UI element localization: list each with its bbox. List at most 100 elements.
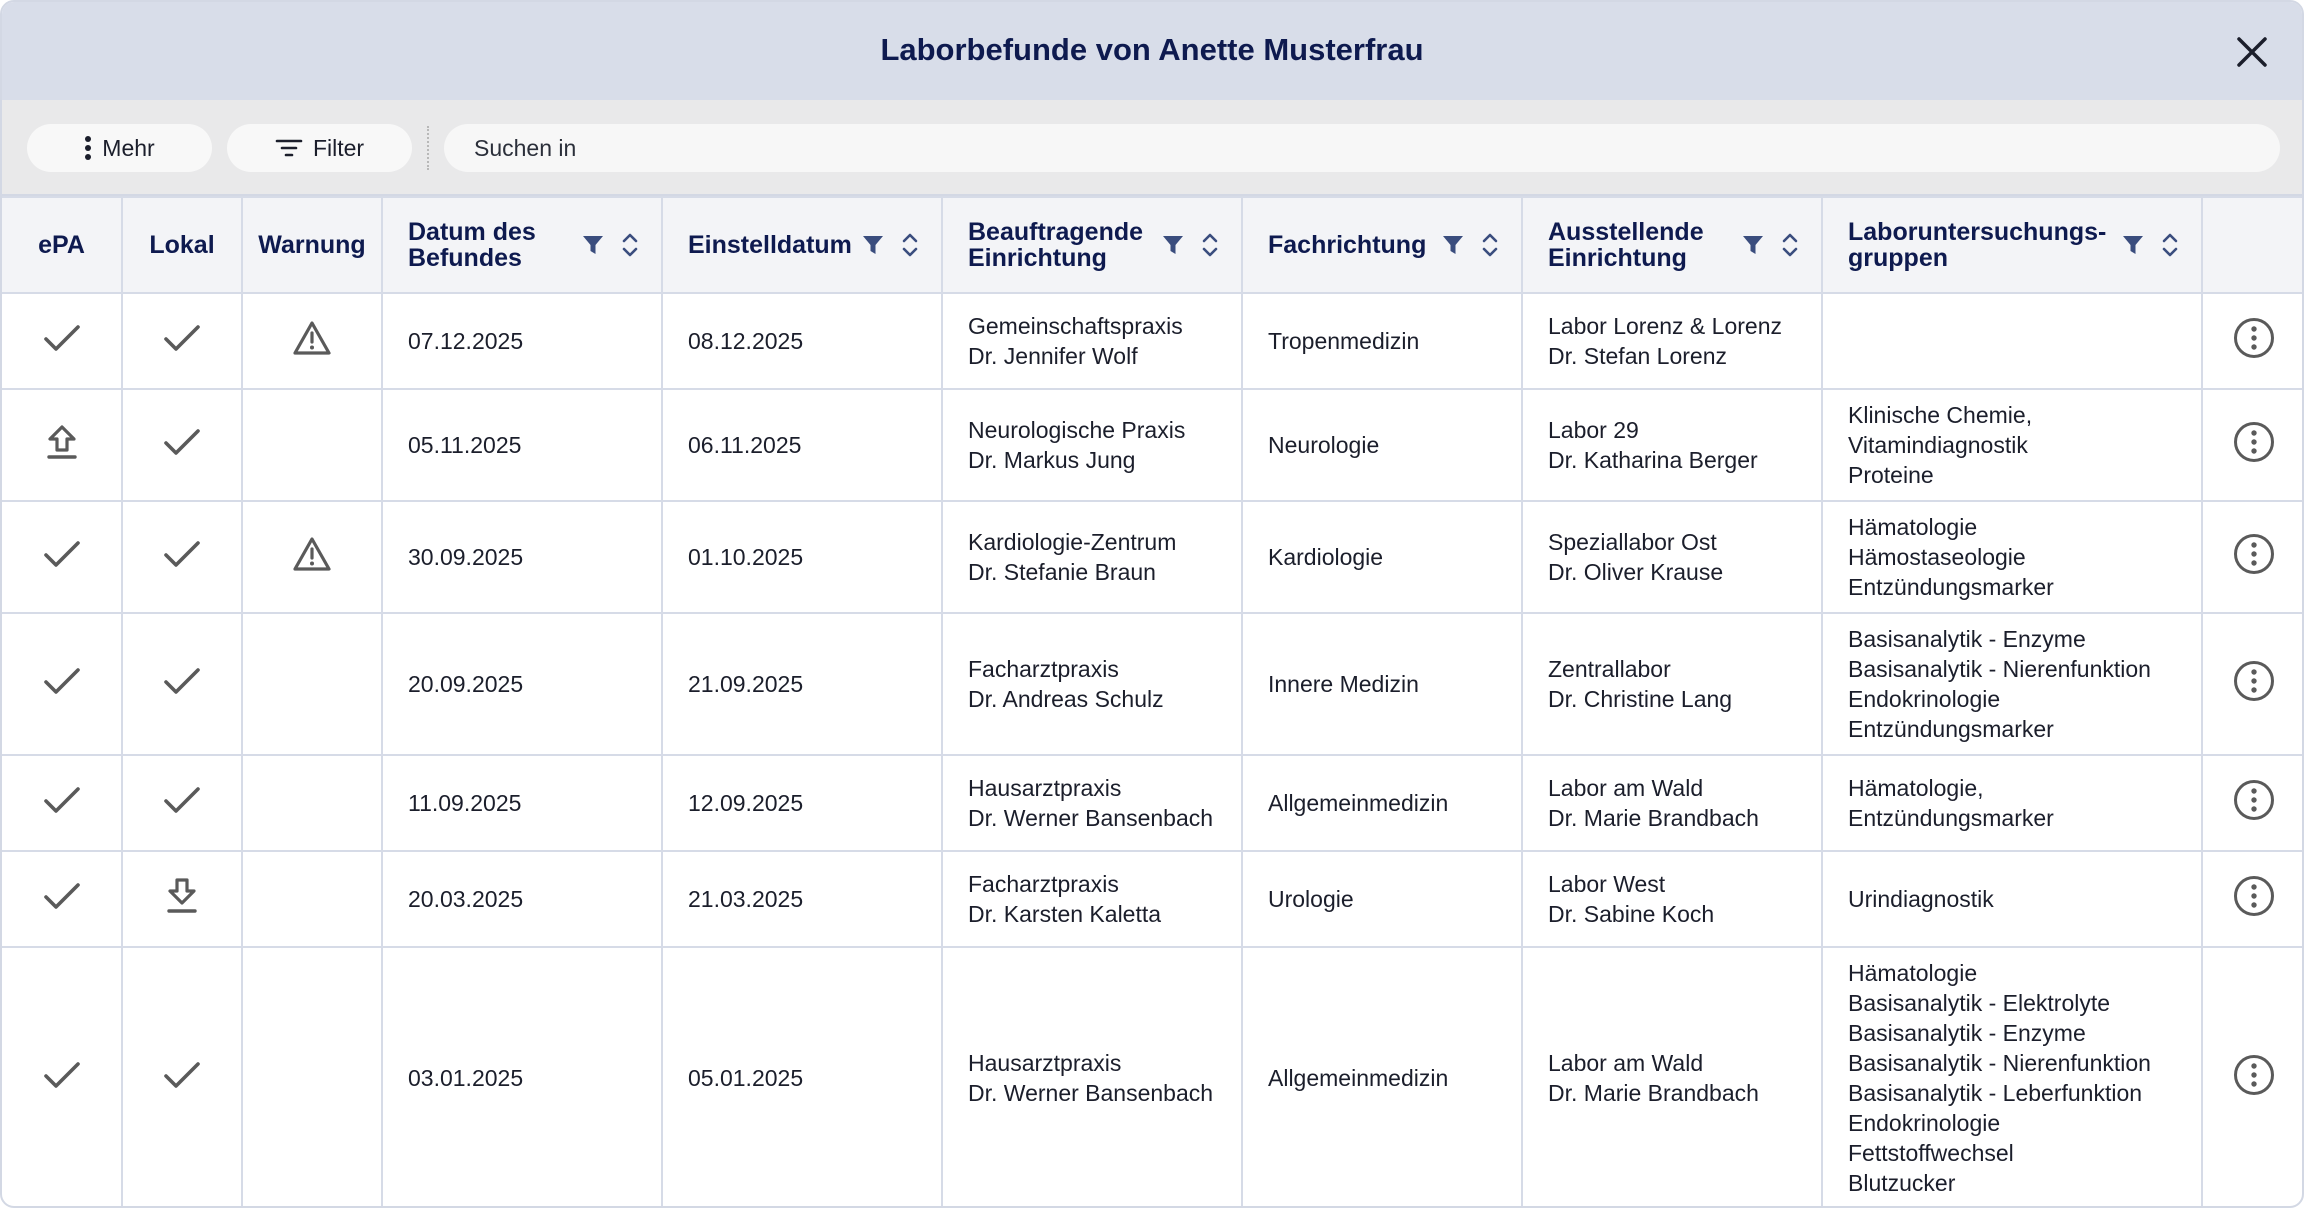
- cell-gruppen: Klinische Chemie, Vitamindiagnostik Protei…: [1821, 388, 2203, 502]
- table-row[interactable]: 30.09.2025 01.10.2025 Kardiologie-Zentrum D…: [2, 500, 2302, 614]
- check-icon: [164, 428, 200, 455]
- toolbar: Mehr Filter: [2, 100, 2302, 196]
- check-icon: [43, 324, 80, 351]
- cell-gruppen: Hämatologie Basisanalytik - Elektrolyte Ba…: [1821, 946, 2203, 1206]
- check-icon: [43, 882, 80, 909]
- column-header-fachrichtung[interactable]: Fachrichtung: [1241, 196, 1523, 294]
- check-icon: [43, 1061, 80, 1088]
- cell-actions: [2201, 292, 2302, 390]
- column-header-einstelldatum[interactable]: Einstelldatum: [661, 196, 943, 294]
- column-filter-icon[interactable]: [582, 234, 604, 256]
- table-row[interactable]: 05.11.2025 06.11.2025 Neurologische Praxis…: [2, 388, 2302, 502]
- table-row[interactable]: 07.12.2025 08.12.2025 Gemeinschaftspraxis D…: [2, 292, 2302, 390]
- cell-einstelldatum: 08.12.2025: [661, 292, 943, 390]
- sort-down-icon[interactable]: [1782, 247, 1798, 257]
- cell-warnung: [241, 292, 383, 390]
- sort-down-icon[interactable]: [1202, 247, 1218, 257]
- cell-datum: 03.01.2025: [381, 946, 663, 1206]
- cell-warnung: [241, 754, 383, 852]
- column-header-datum[interactable]: Datum des Befundes: [381, 196, 663, 294]
- sort-up-icon[interactable]: [1202, 233, 1218, 243]
- column-sort-control[interactable]: [902, 233, 918, 257]
- cell-fachrichtung: Allgemeinmedizin: [1241, 754, 1523, 852]
- column-filter-icon[interactable]: [1162, 234, 1184, 256]
- column-header-warnung[interactable]: Warnung: [241, 196, 383, 294]
- cell-actions: [2201, 500, 2302, 614]
- column-sort-control[interactable]: [1782, 233, 1798, 257]
- sort-down-icon[interactable]: [622, 247, 638, 257]
- cell-fachrichtung: Neurologie: [1241, 388, 1523, 502]
- check-icon: [43, 540, 80, 567]
- cell-warnung: [241, 612, 383, 756]
- cell-gruppen: Hämatologie, Entzündungsmarker: [1821, 754, 2203, 852]
- column-header-lokal[interactable]: Lokal: [121, 196, 243, 294]
- check-icon: [43, 786, 80, 813]
- row-more-icon[interactable]: [2233, 533, 2275, 575]
- cell-fachrichtung: Tropenmedizin: [1241, 292, 1523, 390]
- sort-up-icon[interactable]: [1782, 233, 1798, 243]
- cell-actions: [2201, 946, 2302, 1206]
- cell-einstelldatum: 21.03.2025: [661, 850, 943, 948]
- column-sort-control[interactable]: [1482, 233, 1498, 257]
- cell-epa: [2, 612, 123, 756]
- warning-icon: [293, 536, 331, 571]
- column-header-epa[interactable]: ePA: [2, 196, 123, 294]
- column-header-ausstellende[interactable]: Ausstellende Einrichtung: [1521, 196, 1823, 294]
- cell-ausstellende: Labor am Wald Dr. Marie Brandbach: [1521, 754, 1823, 852]
- row-more-icon[interactable]: [2233, 660, 2275, 702]
- more-button[interactable]: Mehr: [27, 124, 212, 172]
- cell-warnung: [241, 388, 383, 502]
- table-row[interactable]: 20.03.2025 21.03.2025 Facharztpraxis Dr. Ka…: [2, 850, 2302, 948]
- cell-beauftragende: Hausarztpraxis Dr. Werner Bansenbach: [941, 754, 1243, 852]
- row-more-icon[interactable]: [2233, 1054, 2275, 1096]
- column-filter-icon[interactable]: [2122, 234, 2144, 256]
- sort-up-icon[interactable]: [1482, 233, 1498, 243]
- toolbar-divider: [427, 126, 429, 170]
- column-filter-icon[interactable]: [1742, 234, 1764, 256]
- cell-lokal: [121, 850, 243, 948]
- table-body: 07.12.2025 08.12.2025 Gemeinschaftspraxis D…: [2, 292, 2302, 1206]
- cell-datum: 05.11.2025: [381, 388, 663, 502]
- cell-beauftragende: Facharztpraxis Dr. Andreas Schulz: [941, 612, 1243, 756]
- cell-epa: [2, 500, 123, 614]
- search-input[interactable]: [444, 124, 2280, 172]
- filter-button[interactable]: Filter: [227, 124, 412, 172]
- check-icon: [164, 786, 200, 813]
- cell-fachrichtung: Urologie: [1241, 850, 1523, 948]
- sort-up-icon[interactable]: [902, 233, 918, 243]
- sort-down-icon[interactable]: [1482, 247, 1498, 257]
- table-row[interactable]: 03.01.2025 05.01.2025 Hausarztpraxis Dr. We…: [2, 946, 2302, 1206]
- column-sort-control[interactable]: [2162, 233, 2178, 257]
- cell-ausstellende: Labor Lorenz & Lorenz Dr. Stefan Lorenz: [1521, 292, 1823, 390]
- cell-ausstellende: Labor West Dr. Sabine Koch: [1521, 850, 1823, 948]
- column-header-gruppen[interactable]: Laboruntersuchungs-gruppen: [1821, 196, 2203, 294]
- cell-datum: 20.03.2025: [381, 850, 663, 948]
- column-sort-control[interactable]: [622, 233, 638, 257]
- sort-down-icon[interactable]: [902, 247, 918, 257]
- table-row[interactable]: 11.09.2025 12.09.2025 Hausarztpraxis Dr. We…: [2, 754, 2302, 852]
- warning-icon: [293, 320, 331, 355]
- row-more-icon[interactable]: [2233, 875, 2275, 917]
- column-filter-icon[interactable]: [862, 234, 884, 256]
- cell-gruppen: Basisanalytik - Enzyme Basisanalytik - Ni…: [1821, 612, 2203, 756]
- download-icon: [167, 877, 197, 913]
- cell-ausstellende: Zentrallabor Dr. Christine Lang: [1521, 612, 1823, 756]
- cell-lokal: [121, 500, 243, 614]
- cell-fachrichtung: Innere Medizin: [1241, 612, 1523, 756]
- row-more-icon[interactable]: [2233, 779, 2275, 821]
- sort-up-icon[interactable]: [2162, 233, 2178, 243]
- close-icon[interactable]: [2232, 32, 2272, 72]
- cell-actions: [2201, 850, 2302, 948]
- table-row[interactable]: 20.09.2025 21.09.2025 Facharztpraxis Dr. An…: [2, 612, 2302, 756]
- cell-ausstellende: Labor am Wald Dr. Marie Brandbach: [1521, 946, 1823, 1206]
- column-header-beauftragende[interactable]: Beauftragende Einrichtung: [941, 196, 1243, 294]
- sort-up-icon[interactable]: [622, 233, 638, 243]
- column-sort-control[interactable]: [1202, 233, 1218, 257]
- sort-down-icon[interactable]: [2162, 247, 2178, 257]
- cell-warnung: [241, 850, 383, 948]
- cell-warnung: [241, 946, 383, 1206]
- row-more-icon[interactable]: [2233, 421, 2275, 463]
- cell-epa: [2, 850, 123, 948]
- row-more-icon[interactable]: [2233, 317, 2275, 359]
- column-filter-icon[interactable]: [1442, 234, 1464, 256]
